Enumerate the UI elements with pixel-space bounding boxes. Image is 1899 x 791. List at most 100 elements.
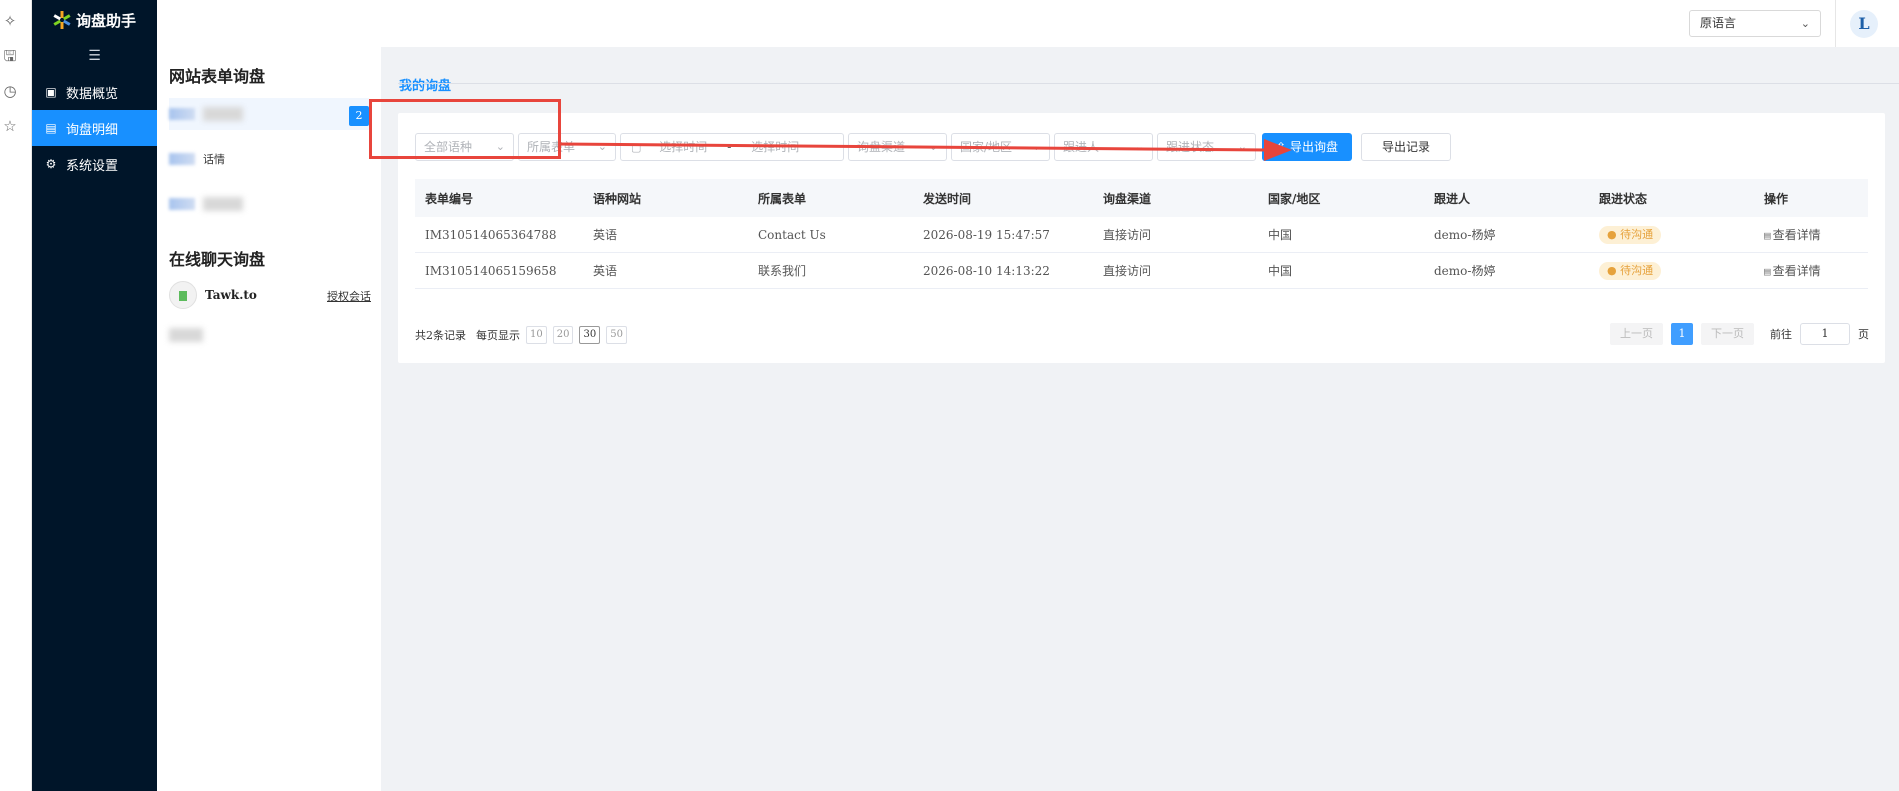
- follower-filter[interactable]: 跟进人 ⌄: [1054, 133, 1153, 161]
- document-icon: ▤: [1764, 265, 1771, 278]
- app-name: 询盘助手: [76, 11, 137, 30]
- date-range-picker[interactable]: ▢ 选择时间 - 选择时间: [620, 133, 844, 161]
- count-badge: 2: [349, 106, 369, 126]
- follower-filter-placeholder: 跟进人: [1063, 140, 1100, 154]
- export-records-button[interactable]: 导出记录: [1361, 133, 1451, 161]
- export-inquiries-button[interactable]: ⇧ 导出询盘: [1262, 133, 1352, 161]
- form-source-item[interactable]: 2: [169, 98, 369, 130]
- channel-filter[interactable]: 询盘渠道 ⌄: [848, 133, 947, 161]
- chart-icon: ▣: [45, 85, 57, 99]
- chevron-down-icon: ⌄: [1800, 17, 1810, 30]
- cell-channel: 直接访问: [1103, 264, 1152, 278]
- view-details-label: 查看详情: [1772, 228, 1821, 242]
- cell-follower: demo-杨婷: [1434, 228, 1496, 242]
- view-details-link[interactable]: ▤ 查看详情: [1754, 262, 1868, 279]
- blurred-site-icon: [169, 108, 195, 120]
- chevron-down-icon: ⌄: [1031, 140, 1041, 153]
- status-badge: ● 待沟通: [1599, 261, 1662, 280]
- next-page-button[interactable]: 下一页: [1701, 323, 1754, 345]
- table-header: 表单编号 语种网站 所属表单 发送时间 询盘渠道 国家/地区 跟进人 跟进状态 …: [415, 179, 1868, 217]
- column-header: 询盘渠道: [1103, 191, 1152, 206]
- page-number-button[interactable]: 1: [1671, 323, 1693, 345]
- left-toolbar-strip: ✧ 🖫 ◷ ☆: [0, 0, 32, 791]
- channel-filter-placeholder: 询盘渠道: [857, 140, 906, 154]
- document-icon: ▤: [1764, 229, 1771, 242]
- page-size-option[interactable]: 30: [579, 326, 601, 344]
- language-select[interactable]: 原语言 ⌄: [1689, 10, 1821, 37]
- header-divider: [1835, 0, 1836, 47]
- chat-source-item[interactable]: [169, 319, 369, 351]
- blurred-site-icon: [169, 153, 195, 165]
- column-header: 所属表单: [758, 191, 807, 206]
- goto-label: 前往: [1770, 328, 1792, 341]
- page-size-option[interactable]: 20: [552, 326, 574, 344]
- cell-status: ● 待沟通: [1589, 261, 1754, 280]
- sidebar-item-inquiry-details[interactable]: ▤ 询盘明细: [32, 110, 157, 146]
- table-row[interactable]: IM310514065159658 英语 联系我们 2026-08-10 14:…: [415, 253, 1868, 289]
- tab-my-inquiries[interactable]: 我的询盘: [399, 75, 451, 94]
- country-filter[interactable]: 国家/地区 ⌄: [951, 133, 1050, 161]
- sidebar-item-label: 系统设置: [66, 158, 119, 174]
- cell-form-id: IM310514065364788: [425, 227, 557, 242]
- cell-time: 2026-08-19 15:47:57: [923, 227, 1050, 242]
- chat-source-name: Tawk.to: [205, 288, 257, 302]
- form-source-item[interactable]: 话情: [169, 143, 369, 175]
- cell-follower: demo-杨婷: [1434, 264, 1496, 278]
- tab-divider: [398, 83, 1899, 84]
- message-icon: ▤: [45, 121, 57, 135]
- sidebar-item-label: 数据概览: [66, 86, 119, 102]
- form-inquiry-section-title: 网站表单询盘: [169, 67, 266, 86]
- per-page-label: 每页显示: [476, 329, 520, 342]
- sidebar-item-settings[interactable]: ⚙ 系统设置: [32, 146, 157, 182]
- view-details-link[interactable]: ▤ 查看详情: [1754, 226, 1868, 243]
- annotation-highlight-box: [369, 99, 561, 159]
- cell-status: ● 待沟通: [1589, 225, 1754, 244]
- top-header: 原语言 ⌄ L: [157, 0, 1899, 47]
- save-icon[interactable]: 🖫: [0, 46, 20, 66]
- column-header: 国家/地区: [1268, 191, 1321, 206]
- blurred-site-name: [203, 107, 243, 121]
- column-header: 跟进人: [1434, 191, 1471, 206]
- chat-inquiry-section-title: 在线聊天询盘: [169, 250, 266, 269]
- cell-form: Contact Us: [758, 227, 826, 242]
- chat-source-item[interactable]: Tawk.to 授权会话: [169, 279, 381, 311]
- app-logo[interactable]: 询盘助手: [32, 0, 157, 40]
- chevron-down-icon: ⌄: [597, 140, 607, 153]
- chevron-down-icon: ⌄: [928, 140, 938, 153]
- sidebar-item-overview[interactable]: ▣ 数据概览: [32, 74, 157, 110]
- cell-channel: 直接访问: [1103, 228, 1152, 242]
- clock-icon[interactable]: ◷: [0, 81, 20, 101]
- page-size-option[interactable]: 50: [606, 326, 627, 344]
- gear-icon: ⚙: [45, 157, 57, 171]
- prev-page-button[interactable]: 上一页: [1610, 323, 1663, 345]
- view-details-label: 查看详情: [1772, 264, 1821, 278]
- chevron-down-icon: ⌄: [1134, 140, 1144, 153]
- status-filter[interactable]: 跟进状态 ⌄: [1157, 133, 1256, 161]
- column-header: 语种网站: [593, 191, 642, 206]
- inquiry-table: 表单编号 语种网站 所属表单 发送时间 询盘渠道 国家/地区 跟进人 跟进状态 …: [415, 179, 1868, 289]
- status-filter-placeholder: 跟进状态: [1166, 140, 1215, 154]
- source-panel: 网站表单询盘 2 话情 在线聊天询盘 Tawk.to 授权会话: [157, 47, 381, 791]
- page-size-option[interactable]: 10: [526, 326, 547, 344]
- inquiry-card: 全部语种 ⌄ 所属表单 ⌄ ▢ 选择时间 - 选择时间 询盘渠道 ⌄ 国家/地区…: [398, 113, 1885, 363]
- sidebar-item-label: 询盘明细: [66, 122, 119, 138]
- cell-time: 2026-08-10 14:13:22: [923, 263, 1050, 278]
- avatar[interactable]: L: [1850, 10, 1878, 38]
- column-header: 跟进状态: [1599, 191, 1648, 206]
- pagination-summary: 共2条记录 每页显示 10 20 30 50: [415, 326, 627, 344]
- form-source-label: 话情: [203, 153, 225, 166]
- cell-language: 英语: [593, 264, 618, 278]
- blurred-site-icon: [169, 198, 195, 210]
- star-icon[interactable]: ☆: [0, 116, 20, 136]
- goto-page-input[interactable]: 1: [1800, 323, 1850, 345]
- cell-language: 英语: [593, 228, 618, 242]
- table-row[interactable]: IM310514065364788 英语 Contact Us 2026-08-…: [415, 217, 1868, 253]
- cell-country: 中国: [1268, 228, 1293, 242]
- status-badge: ● 待沟通: [1599, 225, 1662, 244]
- end-time-placeholder: 选择时间: [751, 140, 800, 154]
- authorize-session-link[interactable]: 授权会话: [327, 288, 371, 304]
- calendar-icon: ▢: [631, 141, 642, 154]
- form-source-item[interactable]: [169, 188, 369, 220]
- indent-icon[interactable]: ☰: [32, 40, 157, 72]
- sparkle-icon[interactable]: ✧: [0, 11, 20, 31]
